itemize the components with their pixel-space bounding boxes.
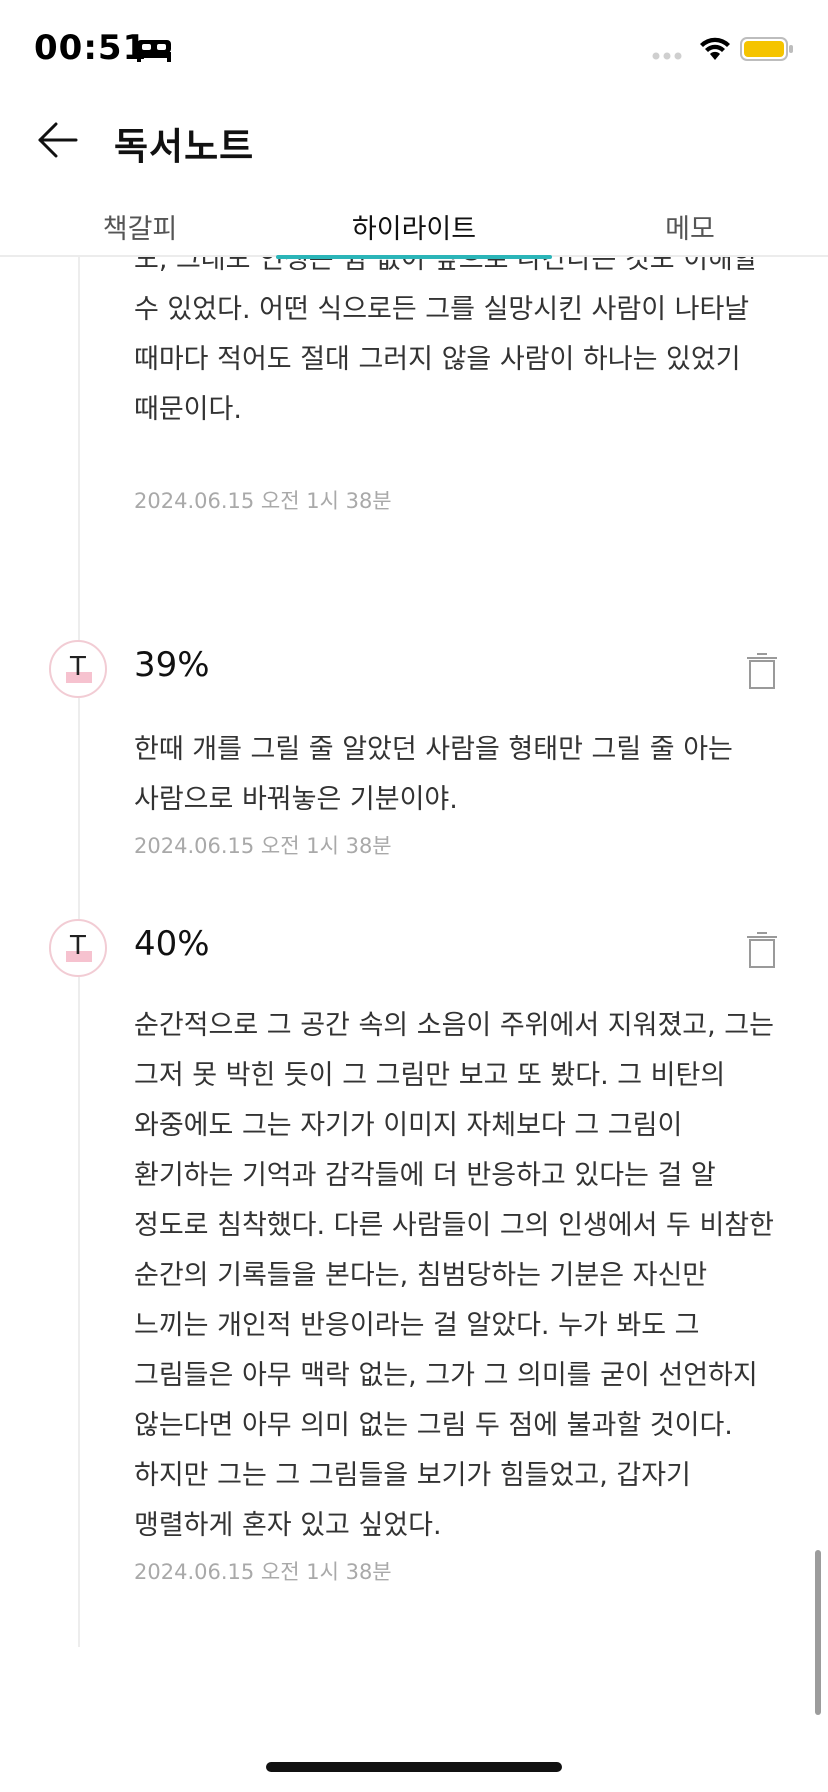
highlight-date: 2024.06.15 오전 1시 38분 [134,834,392,858]
trash-icon[interactable] [745,652,779,690]
trash-icon[interactable] [745,931,779,969]
highlight-text[interactable]: 순간적으로 그 공간 속의 소음이 주위에서 지워졌고, 그는 그저 못 박힌 … [134,1001,784,1551]
highlight-marker-icon: T [49,640,107,698]
reading-notes-screen: 00:51 독서노트 책갈피 하이라이트 메모 도, 그래도 인생은 쉼 없이 … [0,0,828,1792]
status-time: 00:51 [34,28,148,68]
home-indicator[interactable] [266,1762,562,1772]
marker-letter: T [70,652,86,682]
sleep-bed-icon [137,40,171,62]
highlight-marker-icon: T [49,919,107,977]
highlight-list[interactable]: 도, 그래도 인생은 쉼 없이 앞으로 나간다는 것도 이해할 수 있었다. 어… [0,257,828,1792]
tab-highlight[interactable]: 하이라이트 [276,207,552,246]
highlight-text[interactable]: 한때 개를 그릴 줄 알았던 사람을 형태만 그릴 줄 아는 사람으로 바꿔놓은… [134,725,784,825]
scrollbar-thumb[interactable] [815,1550,821,1715]
marker-letter: T [70,931,86,961]
back-arrow-icon[interactable] [36,118,80,162]
battery-icon [740,37,793,61]
page-title: 독서노트 [114,125,255,168]
tab-memo[interactable]: 메모 [650,207,730,246]
status-bar: 00:51 [0,0,828,100]
highlight-date: 2024.06.15 오전 1시 38분 [134,489,392,513]
tab-bookmark[interactable]: 책갈피 [100,207,180,246]
tab-bar: 책갈피 하이라이트 메모 [0,195,828,259]
app-header: 독서노트 [0,100,828,190]
active-tab-indicator [276,255,552,259]
highlight-percent: 39% [134,645,210,685]
highlight-text[interactable]: 도, 그래도 인생은 쉼 없이 앞으로 나간다는 것도 이해할 수 있었다. 어… [134,257,784,435]
cellular-signal-icon [652,52,682,60]
highlight-date: 2024.06.15 오전 1시 38분 [134,1560,392,1584]
highlight-percent: 40% [134,924,210,964]
wifi-icon [700,37,730,60]
